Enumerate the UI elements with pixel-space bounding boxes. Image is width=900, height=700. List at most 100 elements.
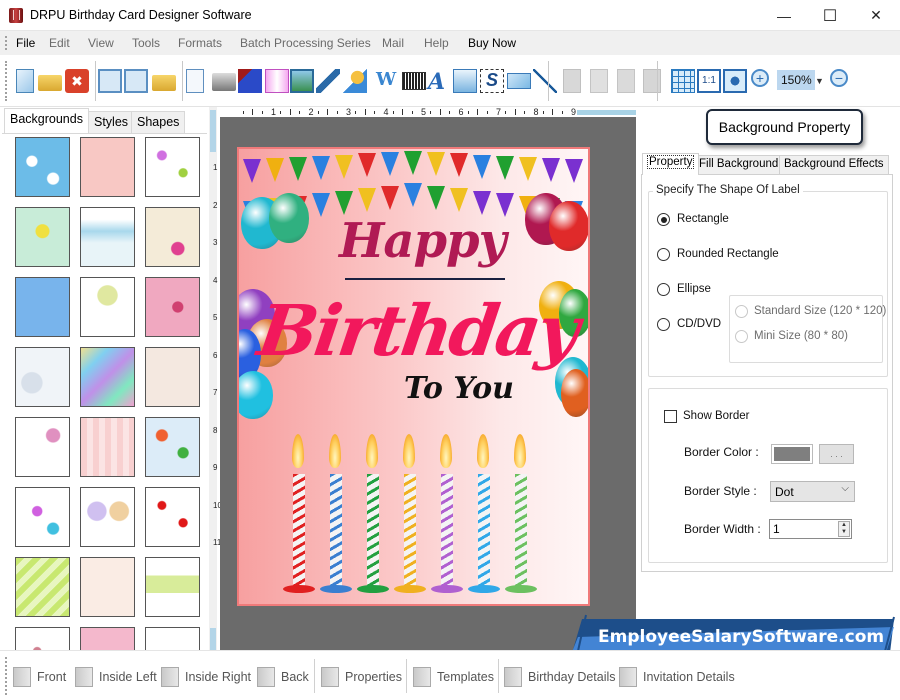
thumbnail-teddy-bear[interactable]: [145, 347, 200, 407]
border-color-swatch[interactable]: [771, 444, 813, 464]
thumbnail-colorful-hearts[interactable]: [15, 487, 70, 547]
thumbnail-pastel-landscape[interactable]: [80, 207, 135, 267]
card-text-to-you[interactable]: To You: [404, 371, 514, 406]
minimize-button[interactable]: —: [761, 0, 807, 31]
radio-rounded-rectangle[interactable]: [657, 248, 670, 261]
close-button[interactable]: ✕: [853, 0, 899, 31]
scrollbar-thumb-top[interactable]: [210, 110, 216, 152]
border-width-spinner[interactable]: 1 ▲ ▼: [769, 519, 852, 539]
open-file-icon[interactable]: [38, 75, 62, 91]
radio-cd-dvd[interactable]: [657, 318, 670, 331]
thumbnail-daisies[interactable]: [15, 207, 70, 267]
actual-size-icon[interactable]: 1:1: [697, 69, 721, 93]
thumbnail-green-stripes[interactable]: [15, 557, 70, 617]
tab-backgrounds[interactable]: Backgrounds: [4, 108, 89, 133]
thumbnail-blue-stars[interactable]: [15, 277, 70, 337]
grid-icon[interactable]: [671, 69, 695, 93]
thumbnail-balloon-bouquets[interactable]: [80, 487, 135, 547]
close-file-icon[interactable]: ✖: [65, 69, 89, 93]
radio-ellipse[interactable]: [657, 283, 670, 296]
text-icon[interactable]: A: [428, 69, 452, 95]
card-underline[interactable]: [345, 278, 505, 280]
zoom-in-icon[interactable]: +: [751, 69, 769, 87]
email-icon[interactable]: [507, 73, 531, 89]
word-art-icon[interactable]: W: [376, 69, 400, 93]
copy-icon[interactable]: [590, 69, 608, 93]
tab-styles[interactable]: Styles: [88, 111, 135, 133]
front-button[interactable]: Front: [13, 667, 66, 687]
thumbnail-sky-clouds[interactable]: [15, 137, 70, 197]
properties-button[interactable]: Properties: [321, 667, 402, 687]
selection-icon[interactable]: S: [480, 69, 504, 93]
menu-view[interactable]: View: [88, 36, 114, 50]
thumbnail-bird-balloons[interactable]: [145, 207, 200, 267]
fit-to-window-icon[interactable]: [723, 69, 747, 93]
radio-rectangle[interactable]: [657, 213, 670, 226]
thumbnail-red-hearts[interactable]: [145, 487, 200, 547]
menu-grip[interactable]: [5, 36, 7, 50]
text-box-icon[interactable]: [453, 69, 477, 93]
new-file-icon[interactable]: [16, 69, 34, 93]
back-button[interactable]: Back: [257, 667, 309, 687]
thumbnails-scrollbar[interactable]: [209, 107, 217, 650]
border-color-picker-button[interactable]: . . .: [819, 444, 854, 464]
card-text-happy[interactable]: Happy: [339, 213, 506, 269]
gift-icon[interactable]: [265, 69, 289, 93]
thumbnail-butterflies[interactable]: [145, 137, 200, 197]
menu-mail[interactable]: Mail: [382, 36, 404, 50]
thumbnail-pink-pattern[interactable]: [80, 137, 135, 197]
menu-formats[interactable]: Formats: [178, 36, 222, 50]
signature-pen-icon[interactable]: [316, 69, 340, 93]
birthday-details-button[interactable]: Birthday Details: [504, 667, 616, 687]
thumbnail-pink-lace[interactable]: [80, 627, 135, 650]
thumbnail-sketch-flower[interactable]: [145, 627, 200, 650]
thumbnail-pink-roses[interactable]: [15, 627, 70, 650]
templates-button[interactable]: Templates: [413, 667, 494, 687]
thumbnail-cake-pattern[interactable]: [80, 557, 135, 617]
tab-shapes[interactable]: Shapes: [131, 111, 186, 133]
menu-file[interactable]: File: [16, 36, 35, 50]
radio-standard-size[interactable]: [735, 305, 748, 318]
insert-image-icon[interactable]: [290, 69, 314, 93]
zoom-out-icon[interactable]: −: [830, 69, 848, 87]
properties-icon[interactable]: [186, 69, 204, 93]
paste-icon[interactable]: [617, 69, 635, 93]
thumbnail-bubbles[interactable]: [15, 347, 70, 407]
thumbnail-pink-birthday[interactable]: [145, 277, 200, 337]
line-icon[interactable]: [533, 69, 557, 93]
inside-right-button[interactable]: Inside Right: [161, 667, 251, 687]
cut-icon[interactable]: [563, 69, 581, 93]
menu-buy-now[interactable]: Buy Now: [468, 36, 516, 50]
thumbnail-flowers-garden[interactable]: [145, 557, 200, 617]
tab-background-effects[interactable]: Background Effects: [779, 155, 889, 175]
menu-batch-processing[interactable]: Batch Processing Series: [240, 36, 371, 50]
maximize-button[interactable]: ☐: [807, 0, 853, 31]
menu-edit[interactable]: Edit: [49, 36, 70, 50]
zoom-dropdown-icon[interactable]: ▼: [815, 76, 824, 86]
spinner-arrows-icon[interactable]: ▲ ▼: [838, 521, 850, 537]
barcode-icon[interactable]: [402, 72, 426, 90]
menu-help[interactable]: Help: [424, 36, 449, 50]
layers-icon[interactable]: [238, 69, 262, 93]
toolbar-grip[interactable]: [5, 61, 7, 101]
thumbnail-rainbow-pastel[interactable]: [80, 347, 135, 407]
invitation-details-button[interactable]: Invitation Details: [619, 667, 735, 687]
save-icon[interactable]: [98, 69, 122, 93]
scrollbar-thumb-bottom[interactable]: [210, 628, 216, 650]
print-icon[interactable]: [212, 73, 236, 91]
thumbnail-balloons-sky[interactable]: [145, 417, 200, 477]
thumbnail-pink-hearts-stripes[interactable]: [80, 417, 135, 477]
menu-tools[interactable]: Tools: [132, 36, 160, 50]
radio-mini-size[interactable]: [735, 330, 748, 343]
tab-property[interactable]: Property: [642, 153, 700, 175]
inside-left-button[interactable]: Inside Left: [75, 667, 157, 687]
thumbnail-happy-birthday-text[interactable]: [15, 417, 70, 477]
show-border-checkbox[interactable]: [664, 410, 677, 423]
zoom-level-field[interactable]: 150%: [777, 70, 815, 90]
save-as-icon[interactable]: [124, 69, 148, 93]
card-text-birthday[interactable]: Birthday: [253, 289, 582, 372]
delete-icon[interactable]: [643, 69, 661, 93]
tab-fill-background[interactable]: Fill Background: [694, 155, 784, 175]
birthday-card[interactable]: Happy Birthday To You: [237, 147, 590, 606]
bottom-grip[interactable]: [5, 657, 7, 695]
